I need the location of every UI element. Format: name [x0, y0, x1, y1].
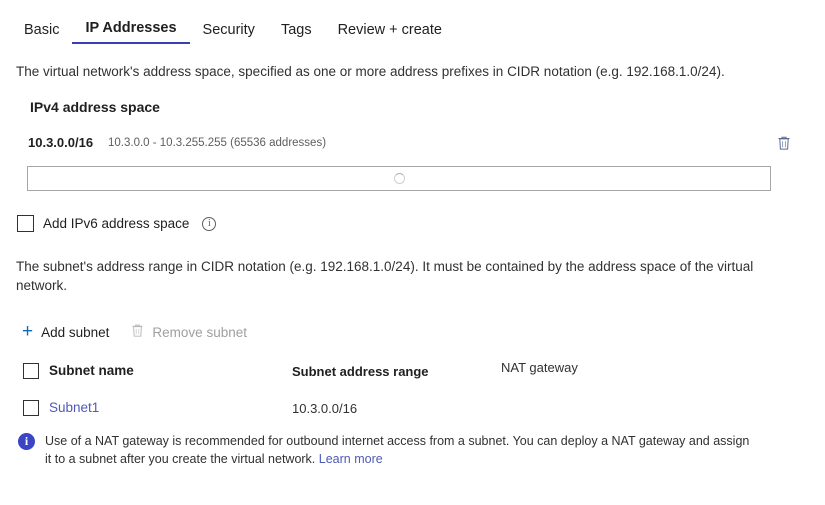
column-header-subnet-address-range: Subnet address range: [292, 364, 429, 379]
tab-basic[interactable]: Basic: [18, 21, 72, 44]
banner-message-text: Use of a NAT gateway is recommended for …: [45, 434, 749, 466]
column-header-nat-gateway: NAT gateway: [501, 360, 578, 375]
address-space-loading-box[interactable]: [27, 166, 771, 191]
tab-tags[interactable]: Tags: [268, 21, 325, 44]
vnet-address-space-description: The virtual network's address space, spe…: [16, 62, 806, 81]
subnet-description: The subnet's address range in CIDR notat…: [16, 257, 791, 295]
add-ipv6-checkbox[interactable]: [17, 215, 34, 232]
info-circle-outline-icon[interactable]: i: [202, 217, 216, 231]
add-ipv6-label: Add IPv6 address space: [43, 216, 189, 231]
subnet-address-range-cell: 10.3.0.0/16: [292, 401, 357, 416]
remove-subnet-button[interactable]: Remove subnet: [131, 323, 247, 341]
subnet-table: Subnet name Subnet address range NAT gat…: [0, 359, 825, 433]
delete-address-space-button[interactable]: [772, 132, 796, 156]
add-subnet-label: Add subnet: [41, 325, 109, 340]
trash-icon: [777, 135, 791, 154]
remove-subnet-label: Remove subnet: [152, 325, 247, 340]
tab-security[interactable]: Security: [190, 21, 268, 44]
subnet-name-cell: Subnet1: [49, 400, 99, 415]
add-subnet-button[interactable]: + Add subnet: [22, 325, 109, 340]
ipv4-address-space-heading: IPv4 address space: [30, 99, 160, 115]
subnet-name-link[interactable]: Subnet1: [49, 400, 99, 415]
table-row[interactable]: Subnet1 10.3.0.0/16: [0, 396, 825, 433]
banner-message: Use of a NAT gateway is recommended for …: [45, 432, 758, 468]
column-header-subnet-name: Subnet name: [49, 363, 134, 378]
address-prefix-value: 10.3.0.0/16: [28, 135, 93, 150]
tab-review-create[interactable]: Review + create: [325, 21, 455, 44]
loading-spinner-icon: [394, 173, 405, 184]
plus-icon: +: [22, 325, 33, 339]
select-all-checkbox[interactable]: [23, 363, 39, 379]
trash-icon: [131, 323, 144, 341]
info-circle-filled-icon: i: [18, 433, 35, 450]
address-range-detail: 10.3.0.0 - 10.3.255.255 (65536 addresses…: [108, 137, 326, 149]
table-header-row: Subnet name Subnet address range NAT gat…: [0, 359, 825, 396]
subnet-command-bar: + Add subnet Remove subnet: [22, 323, 247, 341]
row-select-checkbox[interactable]: [23, 400, 39, 416]
wizard-tabs: Basic IP Addresses Security Tags Review …: [18, 18, 455, 44]
ipv4-address-space-row: 10.3.0.0/16 10.3.0.0 - 10.3.255.255 (655…: [0, 135, 825, 155]
add-ipv6-address-space-row[interactable]: Add IPv6 address space i: [17, 215, 216, 232]
tab-ip-addresses[interactable]: IP Addresses: [72, 19, 189, 44]
nat-gateway-info-banner: i Use of a NAT gateway is recommended fo…: [18, 432, 758, 468]
learn-more-link[interactable]: Learn more: [319, 452, 383, 466]
